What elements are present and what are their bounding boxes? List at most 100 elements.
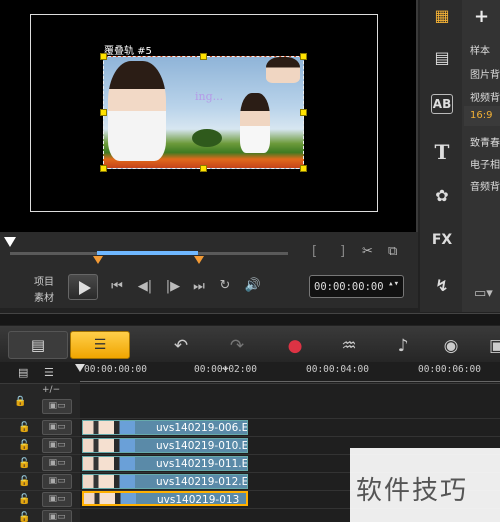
motion-tracking-icon[interactable]: ◉ — [438, 336, 464, 356]
overlay-track-icon[interactable]: ▣▭ — [42, 420, 72, 435]
overlay-text[interactable]: ing... — [195, 90, 223, 103]
media-icon[interactable]: ▦ — [426, 6, 458, 32]
record-capture-icon[interactable]: ● — [282, 336, 308, 356]
overlay-track-icon[interactable]: ▣▭ — [42, 438, 72, 453]
clip-thumbnail — [83, 475, 135, 488]
timeline-clip[interactable]: uvs140219-006.E — [82, 420, 248, 435]
preview-playhead[interactable] — [4, 237, 16, 247]
resize-handle-bl[interactable] — [100, 165, 107, 172]
tree-shape — [192, 129, 222, 147]
timeline-playhead[interactable] — [75, 364, 85, 372]
watermark-text: 软件技巧 — [356, 476, 469, 506]
timecode-value: 00:00:00:00 — [314, 281, 384, 293]
resize-handle-t[interactable] — [200, 53, 207, 60]
mark-in-handle[interactable] — [93, 256, 103, 264]
instant-project-icon[interactable]: ▤ — [426, 48, 458, 74]
overlay-track-icon[interactable]: ▣▭ — [42, 492, 72, 507]
resize-handle-b[interactable] — [200, 165, 207, 172]
overlay-track-icon[interactable]: ▣▭ — [42, 456, 72, 471]
panel-splitter[interactable] — [0, 313, 500, 325]
timeline-icon: ☰ — [93, 337, 107, 353]
category-item-active[interactable]: 16:9 — [470, 110, 492, 121]
mark-in-icon[interactable]: [ — [312, 244, 317, 259]
mouse-cursor-icon: ⌖ — [222, 361, 229, 375]
clip-mode-label[interactable]: 素材 — [34, 289, 54, 304]
clip-name: uvs140219-013 — [157, 494, 240, 506]
lock-icon[interactable]: 🔓 — [18, 440, 30, 451]
clip-name: uvs140219-012.E — [156, 476, 248, 488]
previous-frame-icon[interactable]: ◀| — [134, 280, 156, 293]
timeline-clip[interactable]: uvs140219-011.E — [82, 456, 248, 471]
category-item[interactable]: 视频背 — [470, 89, 500, 104]
resize-handle-br[interactable] — [300, 165, 307, 172]
ruler-tick-label: 00:00:00:00 — [84, 364, 147, 375]
timeline-clip[interactable]: uvs140219-012.E — [82, 474, 248, 489]
auto-music-icon[interactable]: ♪ — [390, 336, 416, 356]
track-visibility-icon[interactable]: 🔒 — [14, 396, 26, 407]
timecode-field[interactable]: 00:00:00:00 ▴▾ — [309, 275, 404, 298]
ruler-tick-label: 00:00:06:00 — [418, 364, 481, 375]
overlay-track-icon[interactable]: ▣▭ — [42, 510, 72, 522]
ab-transition-icon[interactable]: AB — [431, 94, 453, 114]
graphics-icon[interactable]: ✿ — [426, 186, 458, 212]
lock-icon[interactable]: 🔓 — [18, 458, 30, 469]
subject-figure-right — [240, 93, 270, 153]
mark-out-icon[interactable]: ] — [340, 244, 345, 259]
resize-handle-l[interactable] — [100, 109, 107, 116]
track-divider — [0, 418, 500, 419]
go-to-end-icon[interactable]: ⏭ — [188, 280, 210, 293]
play-icon — [79, 281, 91, 295]
timeline-view-button[interactable]: ☰ — [70, 331, 130, 359]
subject-figure-left — [108, 61, 166, 161]
ruler-tick-label: 00:00:04:00 — [306, 364, 369, 375]
resize-handle-tl[interactable] — [100, 53, 107, 60]
enlarge-icon[interactable]: ⧉ — [388, 244, 397, 259]
overlay-video-clip[interactable] — [103, 56, 304, 169]
play-button[interactable] — [68, 274, 98, 300]
lock-icon[interactable]: 🔓 — [18, 494, 30, 505]
subject-figure-top — [266, 57, 300, 83]
category-item[interactable]: 电子相 — [470, 156, 500, 171]
path-icon[interactable]: ↯ — [426, 276, 458, 302]
ruler-baseline — [80, 381, 500, 382]
video-track-icon[interactable]: ▣▭ — [42, 399, 72, 414]
audio-mixer-icon[interactable]: ♒ — [336, 336, 362, 356]
scissors-icon[interactable]: ✂ — [362, 244, 373, 259]
volume-icon[interactable]: 🔊 — [242, 279, 264, 292]
overlay-track-label: 覆叠轨 #5 — [104, 46, 152, 57]
track-divider — [0, 436, 500, 437]
category-options-icon[interactable]: ▭▾ — [474, 286, 493, 301]
next-frame-icon[interactable]: |▶ — [162, 280, 184, 293]
category-item[interactable]: 图片背 — [470, 66, 500, 81]
resize-handle-r[interactable] — [300, 109, 307, 116]
clip-name: uvs140219-006.E — [156, 422, 248, 434]
mark-out-handle[interactable] — [194, 256, 204, 264]
project-mode-label[interactable]: 项目 — [34, 273, 54, 288]
clip-thumbnail — [83, 439, 135, 452]
category-item[interactable]: 致青春 — [470, 134, 500, 149]
timeline-clip-selected[interactable]: uvs140219-013 — [82, 491, 248, 506]
track-header-menu[interactable]: +/− — [42, 385, 60, 395]
redo-icon[interactable]: ↷ — [224, 336, 250, 356]
timeline-clip[interactable]: uvs140219-010.E — [82, 438, 248, 453]
lock-icon[interactable]: 🔓 — [18, 476, 30, 487]
lock-icon[interactable]: 🔓 — [18, 512, 30, 522]
title-icon[interactable]: T — [426, 140, 458, 166]
resize-handle-tr[interactable] — [300, 53, 307, 60]
go-to-start-icon[interactable]: ⏮ — [106, 280, 128, 293]
category-item[interactable]: 音频背 — [470, 178, 500, 193]
clip-thumbnail — [83, 457, 135, 470]
repeat-icon[interactable]: ↻ — [214, 279, 236, 292]
lock-icon[interactable]: 🔓 — [18, 422, 30, 433]
timecode-stepper-icon[interactable]: ▴▾ — [388, 279, 399, 289]
track-manager-icon[interactable]: ▤ — [18, 366, 28, 379]
undo-icon[interactable]: ↶ — [168, 336, 194, 356]
chapter-icon[interactable]: ☰ — [44, 366, 54, 379]
overlay-track-icon[interactable]: ▣▭ — [42, 474, 72, 489]
category-item[interactable]: 样本 — [470, 42, 490, 57]
add-category-button[interactable]: + — [474, 6, 489, 27]
more-tools-icon[interactable]: ▣ — [484, 336, 500, 356]
filter-fx-icon[interactable]: FX — [426, 232, 458, 258]
storyboard-view-button[interactable]: ▤ — [8, 331, 68, 359]
clip-name: uvs140219-010.E — [156, 440, 248, 452]
